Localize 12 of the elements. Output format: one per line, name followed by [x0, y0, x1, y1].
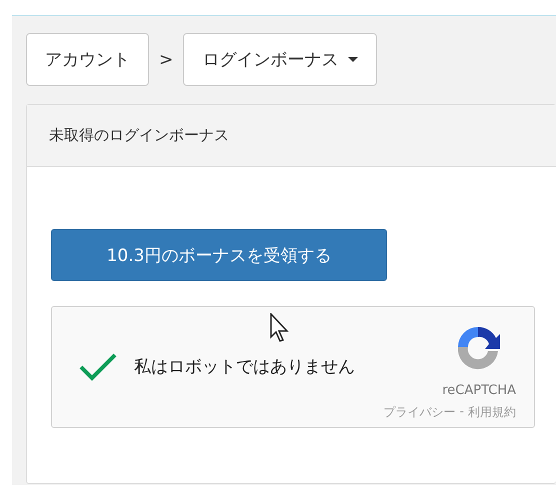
recaptcha-brand: reCAPTCHA: [442, 383, 516, 398]
breadcrumb-button[interactable]: アカウント: [26, 33, 149, 86]
dropdown-button[interactable]: ログインボーナス: [183, 33, 378, 86]
checkbox[interactable]: [78, 352, 118, 382]
claim-bonus-button[interactable]: 10.3円のボーナスを受領する: [51, 229, 387, 281]
mouse-pointer-icon: [270, 313, 290, 343]
privacy-link[interactable]: プライバシー: [384, 404, 456, 421]
breadcrumb-separator: >: [159, 50, 174, 70]
checkbox-label: 私はロボットではありません: [134, 356, 356, 378]
link-separator: -: [460, 404, 464, 420]
panel-title: 未取得のログインボーナス: [49, 126, 229, 145]
terms-link[interactable]: 利用規約: [468, 404, 516, 421]
